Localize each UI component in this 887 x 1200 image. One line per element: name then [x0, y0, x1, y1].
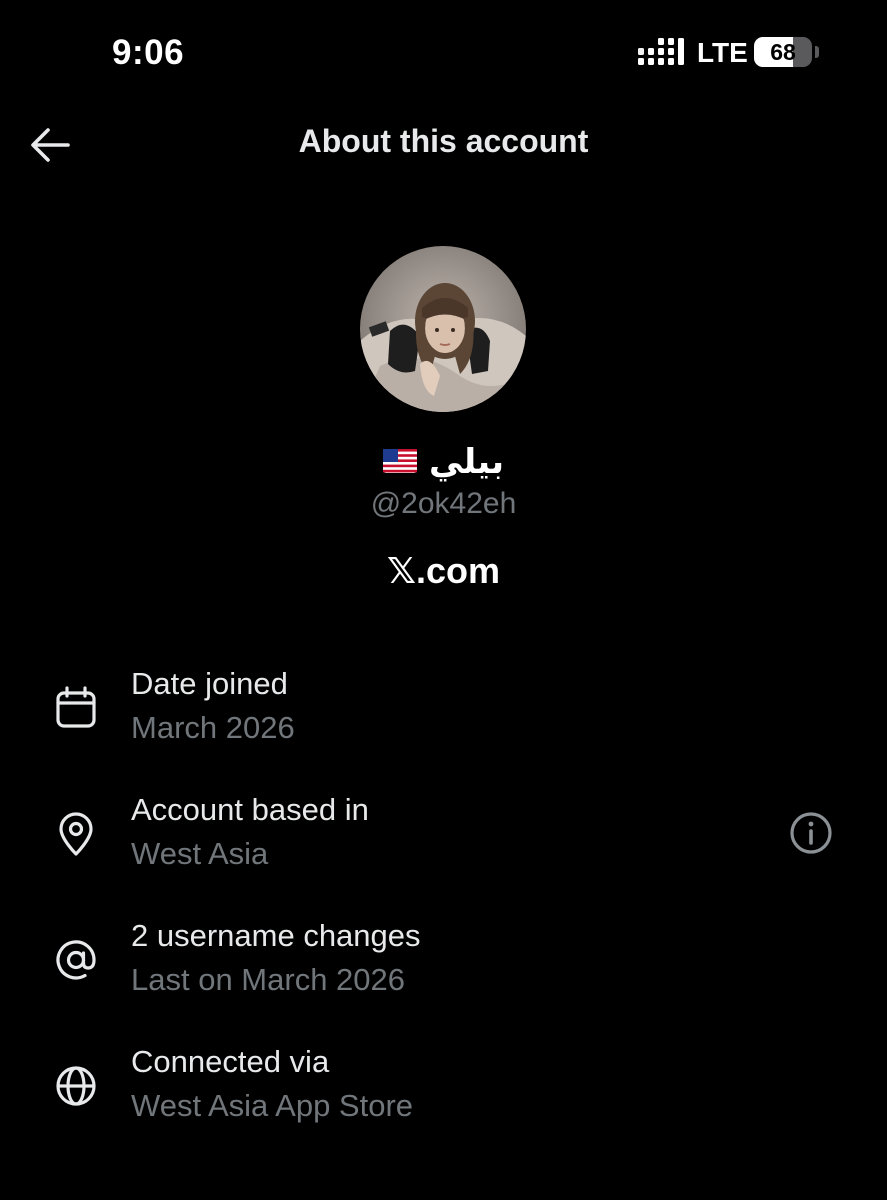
platform-label: 𝕏.com	[386, 550, 501, 591]
us-flag-icon	[383, 449, 418, 474]
avatar-image	[360, 246, 526, 412]
battery-percent: 68	[770, 39, 796, 65]
detail-title: 2 username changes	[131, 918, 421, 953]
detail-title: Date joined	[131, 666, 288, 701]
detail-row-account-location: Account based in West Asia	[0, 792, 887, 892]
signal-strength-icon	[638, 38, 684, 65]
battery-icon: 68	[754, 37, 812, 67]
info-icon[interactable]	[788, 810, 834, 856]
username-handle: @2ok42eh	[370, 487, 517, 520]
avatar[interactable]	[360, 246, 526, 412]
header: About this account	[0, 110, 887, 180]
location-pin-icon	[59, 812, 93, 856]
battery-tip	[815, 46, 819, 58]
detail-title: Account based in	[131, 792, 369, 827]
at-sign-icon	[56, 940, 96, 980]
status-bar: 9:06 LTE 68	[0, 0, 887, 100]
detail-value: Last on March 2026	[131, 962, 406, 997]
detail-title: Connected via	[131, 1044, 330, 1079]
calendar-icon	[56, 686, 96, 728]
globe-icon	[56, 1066, 96, 1106]
display-name-text: بيلي	[429, 443, 504, 481]
detail-value: March 2026	[131, 710, 295, 745]
detail-row-date-joined: Date joined March 2026	[0, 666, 887, 766]
page-title: About this account	[298, 123, 589, 159]
network-type: LTE	[697, 37, 748, 68]
detail-row-username-changes: 2 username changes Last on March 2026	[0, 918, 887, 1018]
detail-row-connected-via: Connected via West Asia App Store	[0, 1044, 887, 1144]
detail-value: West Asia App Store	[131, 1088, 414, 1123]
display-name: بيلي	[0, 442, 887, 482]
detail-value: West Asia	[131, 836, 269, 871]
status-time: 9:06	[112, 33, 185, 72]
